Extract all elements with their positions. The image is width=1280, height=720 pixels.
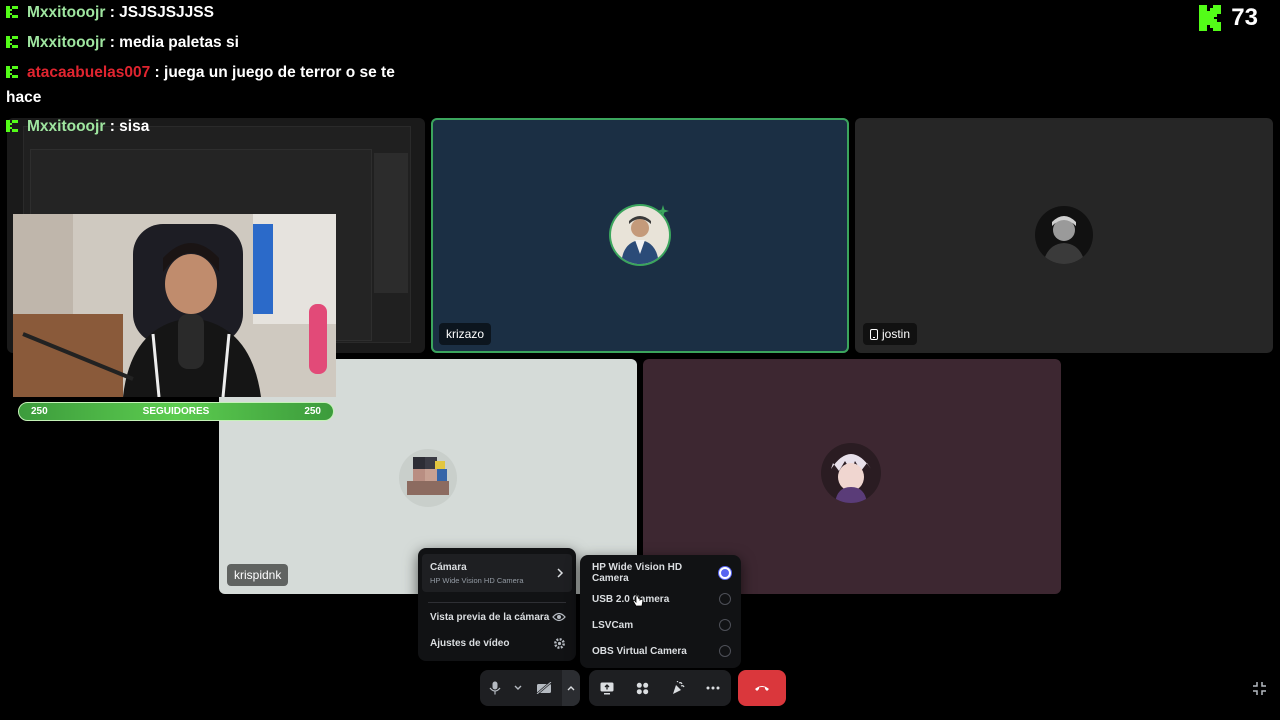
soundboard-icon [672, 681, 685, 694]
audio-video-controls [480, 670, 580, 706]
eye-icon [552, 612, 566, 622]
camera-option-label: HP Wide Vision HD Camera [592, 562, 683, 584]
avatar [1035, 206, 1093, 264]
chat-text: : JSJSJSJJSS [109, 4, 214, 21]
camera-option-label: USB 2.0 Camera [592, 593, 670, 605]
camera-device-submenu: HP Wide Vision HD Camera USB 2.0 Camera … [580, 555, 741, 668]
chat-text: : juega un juego de terror o se te [154, 64, 395, 81]
avatar [399, 449, 457, 507]
participant-name-tag: jostin [863, 323, 918, 345]
chat-username[interactable]: Mxxitooojr [27, 4, 105, 21]
kick-badge-icon [6, 6, 18, 18]
follower-goal-current: 250 [31, 406, 48, 417]
camera-option[interactable]: USB 2.0 Camera [592, 593, 731, 605]
viewer-count: 73 [1199, 4, 1258, 32]
phone-hangup-icon [755, 686, 769, 691]
participant-tile-krizazo[interactable]: krizazo [431, 118, 849, 353]
screen-share-button[interactable] [590, 670, 624, 706]
chat-message: Mxxitooojr : media paletas si [6, 30, 416, 55]
video-settings-label: Ajustes de vídeo [430, 637, 510, 649]
chat-text: : sisa [109, 118, 150, 135]
radio-icon [719, 593, 731, 605]
camera-option-label: LSVCam [592, 619, 634, 631]
camera-options-menu: Cámara HP Wide Vision HD Camera Vista pr… [418, 548, 576, 661]
chevron-down-icon [514, 685, 522, 690]
kick-badge-icon [6, 120, 18, 132]
mobile-icon [870, 328, 878, 340]
kick-logo-icon [1199, 5, 1222, 31]
participant-tile-jostin[interactable]: jostin [855, 118, 1273, 353]
menu-divider [428, 602, 566, 603]
camera-option[interactable]: HP Wide Vision HD Camera [592, 562, 731, 584]
camera-off-icon [536, 682, 552, 694]
kick-badge-icon [6, 66, 18, 78]
exit-fullscreen-icon [1253, 682, 1266, 695]
participant-name: jostin [882, 327, 911, 341]
camera-toggle-button[interactable] [526, 670, 562, 706]
mute-button[interactable] [480, 670, 510, 706]
chat-message: Mxxitooojr : JSJSJSJJSS [6, 0, 416, 25]
radio-icon [719, 645, 731, 657]
sparkle-icon [657, 204, 669, 222]
more-options-button[interactable] [696, 670, 730, 706]
follower-goal-label: SEGUIDORES [142, 406, 210, 417]
radio-selected-icon [719, 567, 731, 579]
screen-share-icon [600, 682, 614, 694]
gear-icon [554, 637, 565, 649]
chevron-right-icon [557, 568, 564, 578]
participant-name: krispidnk [227, 564, 289, 586]
chat-username[interactable]: Mxxitooojr [27, 118, 105, 135]
activities-icon [636, 682, 648, 694]
microphone-icon [489, 681, 501, 695]
chevron-up-icon [567, 686, 575, 691]
chat-username[interactable]: atacaabuelas007 [27, 64, 150, 81]
activities-button[interactable] [625, 670, 659, 706]
activity-controls [589, 670, 731, 706]
video-options-button[interactable] [562, 670, 580, 706]
camera-option[interactable]: OBS Virtual Camera [592, 645, 731, 657]
chat-text-continued: hace [6, 89, 42, 106]
exit-fullscreen-button[interactable] [1252, 681, 1267, 701]
avatar [821, 443, 881, 503]
camera-option[interactable]: LSVCam [592, 619, 731, 631]
video-settings-item[interactable]: Ajustes de vídeo [430, 636, 566, 650]
camera-current: HP Wide Vision HD Camera [430, 575, 524, 585]
follower-goal-target: 250 [304, 406, 321, 417]
chat-message: atacaabuelas007 : juega un juego de terr… [6, 60, 416, 110]
follower-goal-bar: 250 SEGUIDORES 250 [18, 402, 334, 421]
viewer-count-number: 73 [1231, 4, 1258, 31]
participant-name: krizazo [439, 323, 492, 345]
audio-options-button[interactable] [510, 670, 526, 706]
camera-label: Cámara [430, 561, 467, 573]
camera-option-label: OBS Virtual Camera [592, 645, 687, 657]
more-icon [706, 686, 720, 690]
mouse-cursor-icon [632, 592, 644, 613]
camera-select-item[interactable]: Cámara HP Wide Vision HD Camera [422, 554, 572, 592]
radio-icon [719, 619, 731, 631]
chat-username[interactable]: Mxxitooojr [27, 34, 105, 51]
disconnect-button[interactable] [738, 670, 786, 706]
chat-text: : media paletas si [109, 34, 239, 51]
soundboard-button[interactable] [661, 670, 695, 706]
chat-message: Mxxitooojr : sisa [6, 114, 416, 139]
shared-screen-sidebar [374, 153, 408, 293]
camera-preview-label: Vista previa de la cámara [430, 611, 550, 623]
streamer-webcam [13, 214, 336, 397]
kick-badge-icon [6, 36, 18, 48]
camera-preview-item[interactable]: Vista previa de la cámara [430, 610, 566, 624]
